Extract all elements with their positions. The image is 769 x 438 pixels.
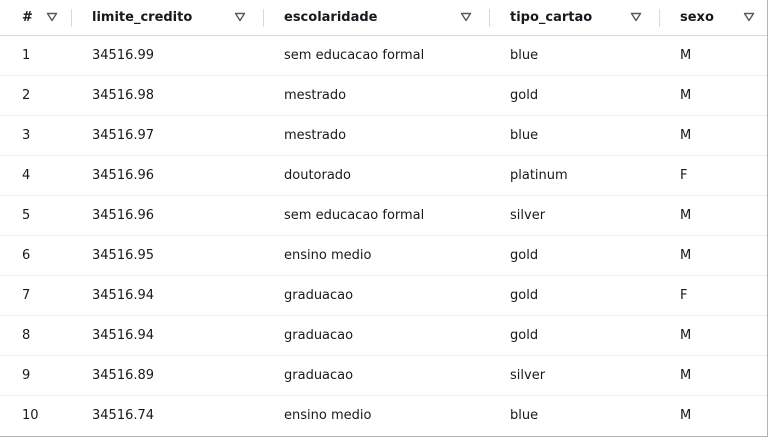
sort-caret-down-icon[interactable]: [234, 12, 246, 22]
column-header-limite-credito[interactable]: limite_credito: [72, 0, 264, 36]
cell-sexo: M: [660, 75, 767, 116]
cell-escolaridade: doutorado: [264, 155, 490, 196]
column-header-tipo-cartao[interactable]: tipo_cartao: [490, 0, 660, 36]
column-header-label: escolaridade: [284, 10, 378, 25]
results-table: # limite_credito escolaridade tipo_carta…: [0, 0, 767, 435]
cell-index: 8: [0, 315, 72, 356]
cell-sexo: F: [660, 155, 767, 196]
cell-tipo-cartao: platinum: [490, 155, 660, 196]
column-header-label: tipo_cartao: [510, 10, 593, 25]
cell-escolaridade: ensino medio: [264, 235, 490, 276]
cell-escolaridade: graduacao: [264, 315, 490, 356]
table-row: 8 34516.94 graduacao gold M: [0, 315, 767, 356]
cell-tipo-cartao: gold: [490, 75, 660, 116]
cell-sexo: M: [660, 235, 767, 276]
table-row: 3 34516.97 mestrado blue M: [0, 115, 767, 156]
cell-tipo-cartao: silver: [490, 195, 660, 236]
cell-escolaridade: mestrado: [264, 115, 490, 156]
cell-limite-credito: 34516.98: [72, 75, 264, 116]
cell-sexo: M: [660, 115, 767, 156]
table-row: 1 34516.99 sem educacao formal blue M: [0, 35, 767, 76]
cell-limite-credito: 34516.74: [92, 408, 155, 423]
column-header-sexo[interactable]: sexo: [660, 0, 767, 36]
cell-limite-credito: 34516.96: [72, 155, 264, 196]
cell-sexo: M: [660, 35, 767, 76]
cell-sexo: M: [680, 408, 692, 423]
cell-tipo-cartao: blue: [490, 115, 660, 156]
cell-limite-credito: 34516.95: [72, 235, 264, 276]
cell-sexo: F: [660, 275, 767, 316]
table-row: 7 34516.94 graduacao gold F: [0, 275, 767, 316]
cell-limite-credito: 34516.94: [72, 315, 264, 356]
cell-index: 9: [0, 355, 72, 396]
cell-tipo-cartao: blue: [490, 35, 660, 76]
cell-limite-credito: 34516.99: [72, 35, 264, 76]
cell-limite-credito: 34516.94: [72, 275, 264, 316]
column-header-label: sexo: [680, 10, 714, 25]
cell-escolaridade: mestrado: [264, 75, 490, 116]
table-row: 10 34516.74 ensino medio blue M: [0, 396, 767, 436]
cell-limite-credito: 34516.96: [72, 195, 264, 236]
cell-tipo-cartao: gold: [490, 315, 660, 356]
cell-tipo-cartao: silver: [490, 355, 660, 396]
table-row: 6 34516.95 ensino medio gold M: [0, 235, 767, 276]
cell-tipo-cartao: gold: [490, 275, 660, 316]
table-row: 4 34516.96 doutorado platinum F: [0, 155, 767, 196]
cell-limite-credito: 34516.89: [72, 355, 264, 396]
table-row: 2 34516.98 mestrado gold M: [0, 75, 767, 116]
cell-index: 6: [0, 235, 72, 276]
cell-sexo: M: [660, 355, 767, 396]
table-body: 1 34516.99 sem educacao formal blue M 2 …: [0, 35, 767, 436]
column-header-index[interactable]: #: [0, 0, 72, 36]
cell-index: 10: [22, 408, 39, 423]
cell-tipo-cartao: blue: [510, 408, 539, 423]
table-row: 5 34516.96 sem educacao formal silver M: [0, 195, 767, 236]
column-header-label: limite_credito: [92, 10, 193, 25]
results-table-container: # limite_credito escolaridade tipo_carta…: [0, 0, 768, 437]
cell-escolaridade: graduacao: [264, 355, 490, 396]
cell-index: 2: [0, 75, 72, 116]
column-header-label: #: [22, 10, 33, 25]
sort-caret-down-icon[interactable]: [630, 12, 642, 22]
cell-index: 5: [0, 195, 72, 236]
sort-caret-down-icon[interactable]: [743, 12, 755, 22]
cell-index: 7: [0, 275, 72, 316]
cell-sexo: M: [660, 195, 767, 236]
cell-tipo-cartao: gold: [490, 235, 660, 276]
cell-escolaridade: sem educacao formal: [264, 195, 490, 236]
cell-sexo: M: [660, 315, 767, 356]
cell-escolaridade: graduacao: [264, 275, 490, 316]
sort-caret-down-icon[interactable]: [46, 12, 58, 22]
cell-index: 1: [0, 35, 72, 76]
header-row: # limite_credito escolaridade tipo_carta…: [0, 0, 767, 36]
cell-limite-credito: 34516.97: [72, 115, 264, 156]
table-row: 9 34516.89 graduacao silver M: [0, 355, 767, 396]
column-header-escolaridade[interactable]: escolaridade: [264, 0, 490, 36]
sort-caret-down-icon[interactable]: [460, 12, 472, 22]
cell-index: 4: [0, 155, 72, 196]
table-header: # limite_credito escolaridade tipo_carta…: [0, 0, 767, 36]
cell-escolaridade: ensino medio: [284, 408, 372, 423]
cell-index: 3: [0, 115, 72, 156]
cell-escolaridade: sem educacao formal: [264, 35, 490, 76]
